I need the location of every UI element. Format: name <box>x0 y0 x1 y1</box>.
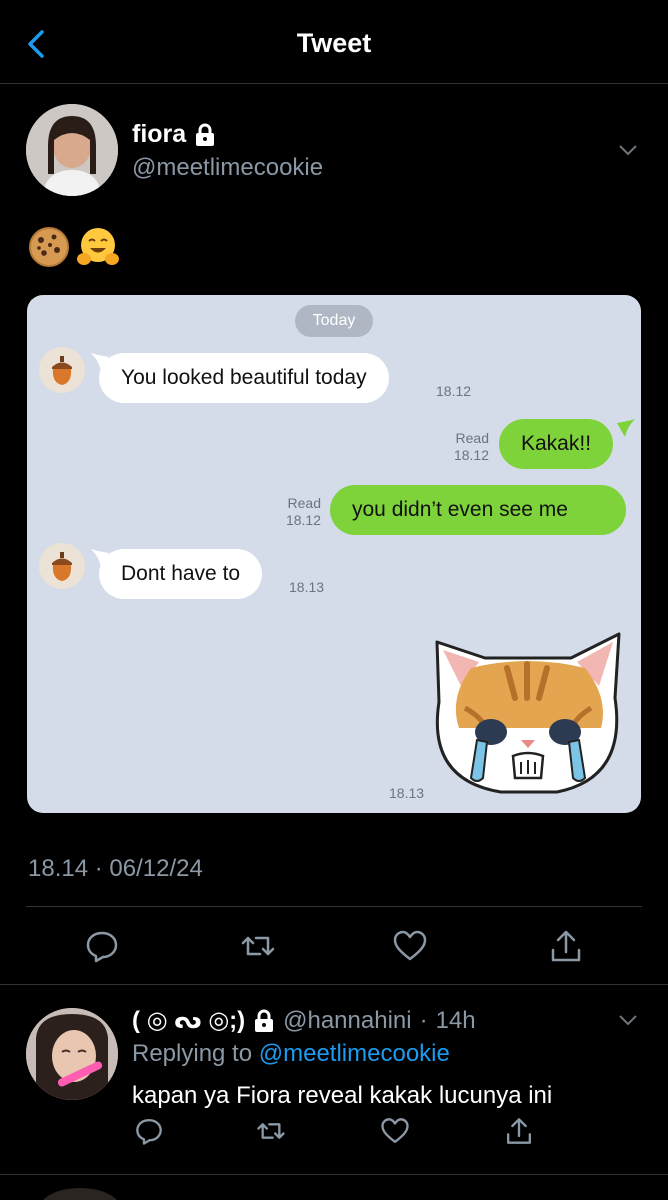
tweet-actions <box>0 908 668 984</box>
chevron-down-icon[interactable] <box>616 138 640 162</box>
reply-text: kapan ya Fiora reveal kakak lucunya ini <box>132 1082 553 1109</box>
reply-time: 14h <box>435 1006 476 1034</box>
acorn-icon <box>52 356 72 385</box>
read-receipt: Read 18.12 <box>285 495 321 528</box>
contact-avatar <box>39 543 85 589</box>
contact-avatar <box>39 347 85 393</box>
retweet-icon[interactable] <box>256 1116 286 1146</box>
lock-icon <box>255 1009 274 1032</box>
share-icon[interactable] <box>548 928 584 964</box>
share-icon[interactable] <box>504 1116 534 1146</box>
hugging-face-emoji <box>77 228 119 265</box>
reply-tweet[interactable]: ( ◎ ᔓ ◎;) @hannahini · 14h Replying to @… <box>0 988 668 1173</box>
page-title: Tweet <box>296 28 372 58</box>
tweet-author: fiora @meetlimecookie <box>26 104 646 196</box>
divider <box>0 984 668 985</box>
acorn-icon <box>52 552 72 581</box>
reply-icon[interactable] <box>84 928 120 964</box>
reply-author[interactable]: ( ◎ ᔓ ◎;) @hannahini · 14h <box>132 1006 476 1035</box>
date-pill: Today <box>295 305 373 337</box>
reply-icon[interactable] <box>134 1116 164 1146</box>
chevron-down-icon[interactable] <box>616 1008 640 1032</box>
next-reply-avatar[interactable] <box>40 1188 120 1200</box>
message-time: 18.13 <box>289 579 325 595</box>
crying-cat-sticker <box>435 632 621 794</box>
separator-dot: · <box>419 1006 428 1034</box>
read-receipt: Read 18.12 <box>453 430 489 463</box>
mention-link[interactable]: @meetlimecookie <box>259 1040 450 1067</box>
lock-icon <box>196 123 215 146</box>
like-icon[interactable] <box>392 928 428 964</box>
like-icon[interactable] <box>380 1116 410 1146</box>
bubble-tail <box>617 419 635 437</box>
divider <box>0 1174 668 1175</box>
message-bubble: Kakak!! <box>499 419 614 469</box>
message-bubble: you didn’t even see me <box>330 485 626 535</box>
tweet-image[interactable]: Today You looked beautiful today 18.12 R… <box>27 295 641 813</box>
retweet-icon[interactable] <box>240 928 276 964</box>
reply-handle: @hannahini <box>283 1006 412 1034</box>
cookie-emoji <box>29 227 69 267</box>
top-bar: Tweet <box>0 0 668 84</box>
author-handle[interactable]: @meetlimecookie <box>132 154 323 182</box>
message-time: 18.12 <box>436 383 472 399</box>
message-bubble: You looked beautiful today <box>99 353 389 403</box>
avatar[interactable] <box>26 104 118 196</box>
message-bubble: Dont have to <box>99 549 263 599</box>
divider <box>26 906 642 907</box>
tweet-text <box>28 226 120 270</box>
avatar[interactable] <box>26 1008 118 1100</box>
message-time: 18.13 <box>389 785 425 801</box>
replying-to: Replying to @meetlimecookie <box>132 1040 450 1067</box>
tweet-timestamp: 18.14 · 06/12/24 <box>28 855 203 882</box>
author-name[interactable]: fiora <box>132 120 216 149</box>
